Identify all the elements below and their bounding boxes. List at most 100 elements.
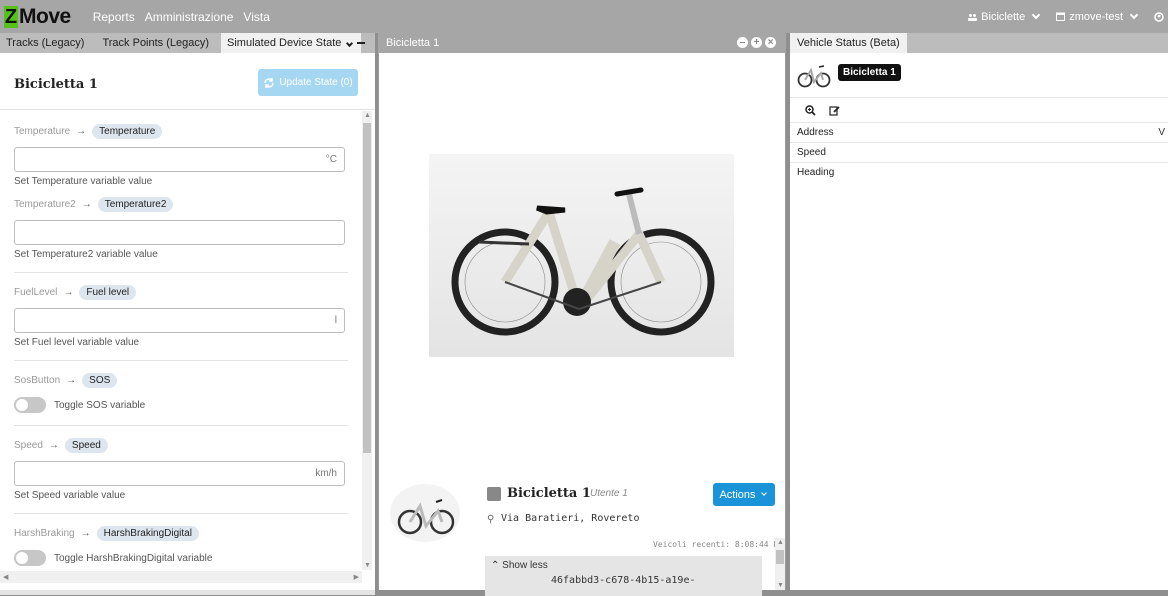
- sos-toggle[interactable]: [14, 397, 46, 413]
- vehicle-status-panel: Vehicle Status (Beta) Bicicletta 1 Addre…: [790, 33, 1168, 590]
- vertical-scrollbar[interactable]: ▲ ▼: [362, 111, 372, 570]
- scroll-up-icon[interactable]: ▲: [777, 539, 784, 546]
- card-scrollbar[interactable]: ▲ ▼: [775, 538, 785, 590]
- tab-vehicle-status[interactable]: Vehicle Status (Beta): [790, 33, 907, 53]
- scroll-left-icon[interactable]: ◀: [3, 573, 8, 581]
- zmove-logo[interactable]: Z Move: [4, 4, 71, 30]
- vehicle-image-area: [379, 53, 785, 478]
- scroll-up-icon[interactable]: ▲: [364, 112, 371, 119]
- nav-reports[interactable]: Reports: [93, 10, 135, 24]
- edit-icon[interactable]: [829, 105, 840, 116]
- scroll-right-icon[interactable]: ▶: [354, 573, 359, 581]
- unit-label: °C: [325, 154, 337, 165]
- simulated-device-panel: Tracks (Legacy) Track Points (Legacy) Si…: [0, 33, 375, 590]
- account-selector[interactable]: zmove-test: [1056, 11, 1140, 23]
- panel-header: Bicicletta 1 Update State (0): [0, 53, 375, 110]
- toggle-label: Toggle SOS variable: [54, 399, 146, 411]
- chevron-down-icon: [346, 39, 354, 48]
- show-less-link[interactable]: Show less: [502, 560, 548, 571]
- input-hint: Set Fuel level variable value: [14, 337, 140, 348]
- temperature-input[interactable]: °C: [14, 147, 345, 172]
- maximize-icon[interactable]: +: [751, 37, 762, 48]
- toggle-label: Toggle HarshBrakingDigital variable: [54, 552, 213, 564]
- tab-tracks-legacy[interactable]: Tracks (Legacy): [0, 33, 90, 53]
- variable-temperature2: Temperature2 → Temperature2 Set Temperat…: [0, 193, 362, 260]
- panel-title: Bicicletta 1: [386, 37, 440, 49]
- variable-header: Temperature2 → Temperature2: [14, 193, 345, 215]
- row-value: V: [1158, 127, 1165, 138]
- nav-vista[interactable]: Vista: [243, 10, 269, 24]
- scroll-down-icon[interactable]: ▼: [364, 562, 371, 569]
- vehicle-detail-panel: Bicicletta 1 – + × Bicicletta 1 Utente 1…: [378, 33, 786, 596]
- bicycle-icon: [397, 499, 455, 535]
- actions-button[interactable]: Actions: [713, 483, 775, 506]
- harsh-braking-toggle[interactable]: [14, 550, 46, 566]
- tab-track-points-legacy[interactable]: Track Points (Legacy): [96, 33, 215, 53]
- nav-amministrazione[interactable]: Amministrazione: [145, 10, 234, 24]
- speed-input[interactable]: km/h: [14, 461, 345, 486]
- tab-label: Simulated Device State: [227, 37, 342, 49]
- variable-name: SosButton: [14, 374, 61, 386]
- minimize-icon[interactable]: [357, 42, 365, 44]
- variable-pill: HarshBrakingDigital: [96, 525, 199, 541]
- arrow-right-icon: →: [80, 527, 91, 539]
- variable-name: FuelLevel: [14, 286, 58, 298]
- update-state-label: Update State (0): [279, 77, 353, 88]
- status-toolbar: [790, 98, 1168, 123]
- variable-pill: Temperature2: [97, 196, 174, 212]
- vehicle-avatar: [390, 484, 460, 542]
- variable-name: Temperature2: [14, 198, 76, 210]
- variable-name: Speed: [14, 439, 43, 451]
- variable-header: FuelLevel → Fuel level: [14, 281, 345, 303]
- variable-pill: SOS: [82, 372, 118, 388]
- bicycle-icon: [451, 187, 715, 336]
- scroll-down-icon[interactable]: ▼: [777, 582, 784, 589]
- location-pin-icon: ⚲: [487, 514, 495, 525]
- variable-name: HarshBraking: [14, 527, 75, 539]
- vehicle-name: Bicicletta 1: [507, 486, 591, 501]
- horizontal-scrollbar[interactable]: ◀ ▶: [0, 571, 362, 583]
- username-value: 46fabbd3-c678-4b15-a19e-: [551, 575, 696, 586]
- main-nav: Reports Amministrazione Vista: [93, 10, 270, 24]
- account-label: zmove-test: [1069, 10, 1123, 23]
- status-row-address: Address V: [790, 123, 1168, 143]
- tab-simulated-device-state[interactable]: Simulated Device State: [221, 33, 362, 53]
- status-square: [487, 487, 501, 501]
- left-tab-bar: Tracks (Legacy) Track Points (Legacy) Si…: [0, 33, 375, 53]
- vehicle-card: Bicicletta 1 Utente 1 Actions ⚲ Via Bara…: [379, 478, 785, 596]
- panel-title-bar: Bicicletta 1 – + ×: [378, 33, 786, 53]
- right-tab-bar: Vehicle Status (Beta): [790, 33, 1168, 53]
- zoom-in-icon[interactable]: [805, 105, 816, 116]
- variable-pill: Speed: [64, 437, 108, 453]
- update-state-button[interactable]: Update State (0): [258, 69, 358, 96]
- divider: [14, 513, 348, 514]
- group-icon: [968, 13, 978, 21]
- arrow-right-icon: →: [63, 286, 74, 298]
- variable-header: Speed → Speed: [14, 434, 345, 456]
- harsh-braking-toggle-row: Toggle HarshBrakingDigital variable: [14, 550, 345, 566]
- row-label: Heading: [797, 167, 835, 178]
- divider: [14, 425, 348, 426]
- group-selector[interactable]: Biciclette: [968, 11, 1042, 23]
- calendar-icon: [1056, 12, 1066, 21]
- user-icon[interactable]: [1154, 11, 1164, 22]
- close-icon[interactable]: ×: [765, 37, 776, 48]
- divider: [14, 360, 348, 361]
- arrow-right-icon: →: [48, 439, 59, 451]
- variable-pill: Temperature: [92, 123, 163, 139]
- bike-photo: [429, 154, 734, 357]
- status-row-speed: Speed: [790, 143, 1168, 163]
- logo-text: Move: [19, 4, 71, 28]
- variable-speed: Speed → Speed km/h Set Speed variable va…: [0, 434, 362, 501]
- fuel-level-input[interactable]: l: [14, 308, 345, 333]
- top-right-controls: Biciclette zmove-test: [968, 0, 1164, 33]
- chevron-up-icon[interactable]: ⌃: [491, 560, 499, 571]
- scrollbar-thumb[interactable]: [363, 123, 371, 453]
- input-hint: Set Temperature variable value: [14, 176, 153, 187]
- temperature2-input[interactable]: [14, 220, 345, 245]
- group-label: Biciclette: [981, 10, 1026, 23]
- variable-pill: Fuel level: [79, 284, 137, 300]
- minimize-icon[interactable]: –: [737, 37, 748, 48]
- logo-mark: Z: [4, 5, 18, 28]
- scrollbar-thumb[interactable]: [776, 550, 784, 564]
